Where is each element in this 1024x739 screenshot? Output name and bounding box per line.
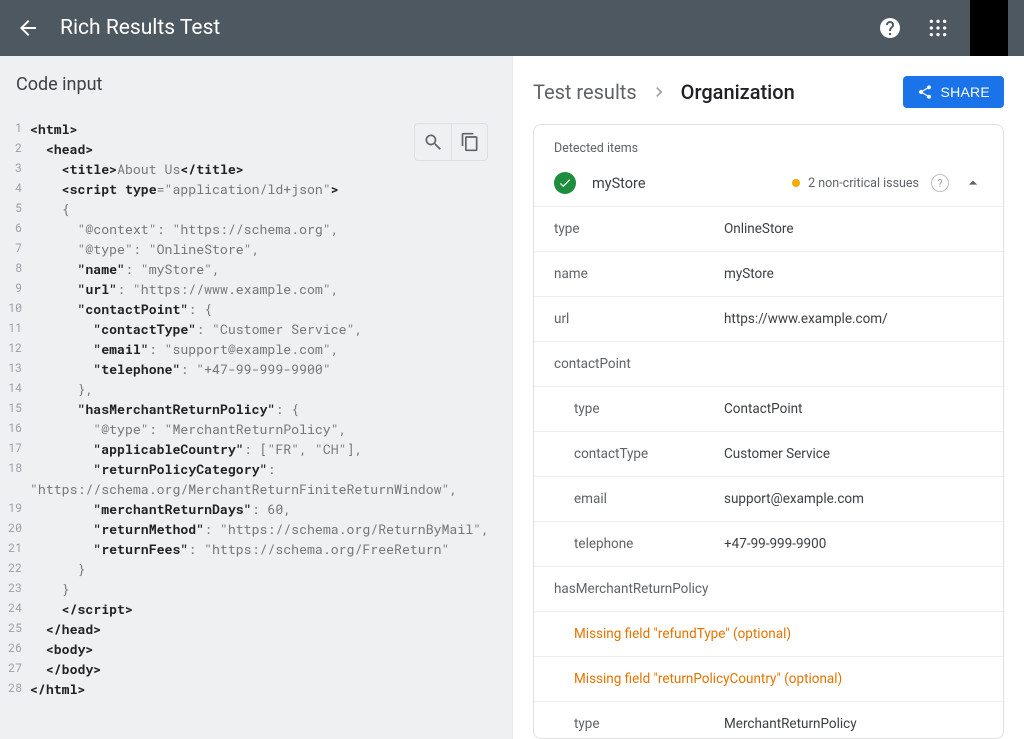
code-line: 7 "@type": "OnlineStore", [0,239,512,259]
apps-grid-icon[interactable] [926,16,950,40]
issues-count-label: 2 non-critical issues [808,176,919,191]
property-value: OnlineStore [724,221,983,237]
code-line: 24 </script> [0,599,512,619]
property-row: namemyStore [534,252,1003,297]
share-button-label: SHARE [941,84,990,100]
code-line: 18 "returnPolicyCategory": [0,459,512,479]
code-panel: Code input 1<html>2 <head>3 <title>About… [0,56,512,739]
back-arrow-icon[interactable] [16,16,40,40]
property-value: ContactPoint [724,401,983,417]
code-line: 12 "email": "support@example.com", [0,339,512,359]
code-line: 17 "applicableCountry": ["FR", "CH"], [0,439,512,459]
detected-items-header: Detected items [534,125,1003,160]
property-value: https://www.example.com/ [724,311,983,327]
code-line: 3 <title>About Us</title> [0,159,512,179]
code-line: 19 "merchantReturnDays": 60, [0,499,512,519]
share-icon [917,84,933,100]
chevron-right-icon [649,82,669,102]
property-key: email [554,491,724,507]
breadcrumb-root[interactable]: Test results [533,80,637,104]
code-line: 5 { [0,199,512,219]
code-line: 15 "hasMerchantReturnPolicy": { [0,399,512,419]
issues-chip: 2 non-critical issues [792,176,919,191]
property-value: myStore [724,266,983,282]
property-row: emailsupport@example.com [534,477,1003,522]
property-row: contactTypeCustomer Service [534,432,1003,477]
code-line: 11 "contactType": "Customer Service", [0,319,512,339]
code-line: "https://schema.org/MerchantReturnFinite… [0,479,512,499]
properties-list: typeOnlineStorenamemyStoreurlhttps://www… [534,207,1003,738]
detected-item-name: myStore [592,175,792,192]
help-tooltip-icon[interactable]: ? [931,174,949,192]
code-line: 21 "returnFees": "https://schema.org/Fre… [0,539,512,559]
check-circle-icon [554,172,576,194]
code-line: 16 "@type": "MerchantReturnPolicy", [0,419,512,439]
property-value: MerchantReturnPolicy [724,716,983,732]
code-line: 13 "telephone": "+47-99-999-9900" [0,359,512,379]
property-row: telephone+47-99-999-9900 [534,522,1003,567]
results-card: Detected items myStore 2 non-critical is… [533,124,1004,739]
search-code-icon[interactable] [415,124,451,160]
code-toolbar [414,123,488,161]
share-button[interactable]: SHARE [903,76,1004,108]
section-hasmerchantreturnpolicy: hasMerchantReturnPolicy [534,567,1003,612]
copy-code-icon[interactable] [451,124,487,160]
property-key: contactType [554,446,724,462]
property-key: type [554,401,724,417]
section-contactpoint: contactPoint [534,342,1003,387]
code-panel-header: Code input [0,56,512,107]
code-editor[interactable]: 1<html>2 <head>3 <title>About Us</title>… [0,107,512,739]
detected-item-row[interactable]: myStore 2 non-critical issues ? [534,160,1003,207]
warning-row: Missing field "returnPolicyCountry" (opt… [534,657,1003,702]
code-line: 14 }, [0,379,512,399]
code-line: 4 <script type="application/ld+json"> [0,179,512,199]
results-panel: Test results Organization SHARE Detected… [512,56,1024,739]
breadcrumb-current: Organization [681,80,795,104]
page-title: Rich Results Test [60,16,220,40]
code-line: 27 </body> [0,659,512,679]
property-value: +47-99-999-9900 [724,536,983,552]
property-key: telephone [554,536,724,552]
property-row: typeContactPoint [534,387,1003,432]
black-stub [970,0,1008,56]
property-key: name [554,266,724,282]
code-line: 28</html> [0,679,512,699]
code-line: 9 "url": "https://www.example.com", [0,279,512,299]
property-row: typeMerchantReturnPolicy [534,702,1003,738]
property-key: type [554,221,724,237]
property-row: urlhttps://www.example.com/ [534,297,1003,342]
property-value: support@example.com [724,491,983,507]
code-line: 22 } [0,559,512,579]
code-line: 26 <body> [0,639,512,659]
collapse-icon[interactable] [963,173,983,193]
results-header: Test results Organization SHARE [513,56,1024,124]
warning-row: Missing field "refundType" (optional) [534,612,1003,657]
code-line: 25 </head> [0,619,512,639]
property-row: typeOnlineStore [534,207,1003,252]
property-key: type [554,716,724,732]
code-line: 23 } [0,579,512,599]
code-line: 8 "name": "myStore", [0,259,512,279]
property-key: url [554,311,724,327]
warning-dot-icon [792,179,800,187]
code-line: 6 "@context": "https://schema.org", [0,219,512,239]
code-line: 10 "contactPoint": { [0,299,512,319]
code-line: 20 "returnMethod": "https://schema.org/R… [0,519,512,539]
help-icon[interactable] [878,16,902,40]
topbar: Rich Results Test [0,0,1024,56]
property-value: Customer Service [724,446,983,462]
